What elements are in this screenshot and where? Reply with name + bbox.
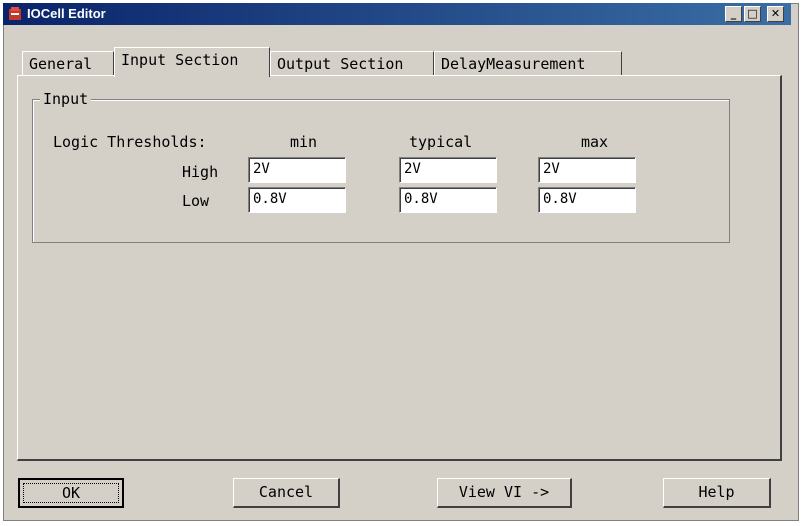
row-high-label: High [182,163,219,181]
maximize-icon: □ [747,7,758,20]
column-typical-header: typical [409,133,473,151]
tab-general[interactable]: General [22,51,114,75]
tab-delay-measurement[interactable]: DelayMeasurement [434,51,622,75]
tab-delay-measurement-label: DelayMeasurement [441,55,586,73]
tab-output-section[interactable]: Output Section [270,51,434,75]
cancel-button[interactable]: Cancel [233,478,340,508]
maximize-button[interactable]: □ [744,6,761,22]
logic-thresholds-label: Logic Thresholds: [53,133,207,151]
help-button-label: Help [698,483,735,501]
low-min-field[interactable]: 0.8V [248,187,346,213]
ok-button[interactable]: OK [18,478,124,508]
high-min-field[interactable]: 2V [248,157,346,183]
high-typical-field[interactable]: 2V [399,157,497,183]
window-title: IOCell Editor [27,6,106,21]
cancel-button-label: Cancel [258,483,314,501]
minimize-icon: _ [730,7,737,20]
high-max-field[interactable]: 2V [538,157,636,183]
view-vi-button-label: View VI -> [458,483,550,501]
app-icon [9,7,21,20]
close-button[interactable]: ✕ [767,6,784,22]
view-vi-button[interactable]: View VI -> [437,478,572,508]
input-group-legend: Input [40,90,92,108]
focus-rectangle [23,483,119,503]
close-icon: ✕ [770,7,781,20]
tab-input-section[interactable]: Input Section [114,47,270,77]
tab-output-section-label: Output Section [277,55,404,73]
low-max-field[interactable]: 0.8V [538,187,636,213]
tab-input-section-label: Input Section [121,51,239,69]
column-min-header: min [290,133,318,151]
tab-general-label: General [29,55,93,73]
title-bar[interactable]: IOCell Editor _ □ ✕ [3,3,791,25]
column-max-header: max [581,133,609,151]
row-low-label: Low [182,192,210,210]
minimize-button[interactable]: _ [725,6,742,22]
help-button[interactable]: Help [663,478,771,508]
low-typical-field[interactable]: 0.8V [399,187,497,213]
